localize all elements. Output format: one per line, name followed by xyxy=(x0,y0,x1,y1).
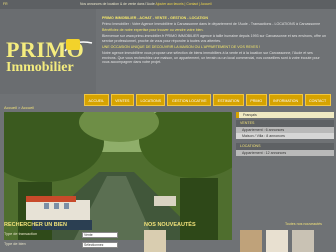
intro-paragraph-1: Primo Immobilier : Votre Agence Immobili… xyxy=(102,22,321,27)
logo-emblem-icon xyxy=(66,39,80,50)
intro-paragraph-3: Notre agence immobilière vous propose un… xyxy=(102,51,320,65)
intro-highlight-2: UNE OCCASION UNIQUE DE DECOUVRIR LA MAIS… xyxy=(102,44,261,49)
sidebar-heading-locations: LOCATIONS xyxy=(236,143,334,150)
breadcrumb: Accueil > Accueil xyxy=(4,105,34,110)
header-logo-area: PRIMO Immobilier xyxy=(0,9,96,94)
sidebar-item-maison-vente[interactable]: Maison / Villa : 8 annonces xyxy=(236,133,334,139)
bien-select[interactable]: Sélectionnez xyxy=(82,242,118,248)
canal-photo-image xyxy=(4,112,232,240)
news-thumb-1[interactable] xyxy=(144,230,166,252)
search-label-bien: Type de bien xyxy=(4,242,26,246)
search-row-bien: Type de bien Sélectionnez xyxy=(4,242,122,248)
nav-tab-information[interactable]: INFORMATION xyxy=(268,94,303,106)
intro-paragraph-2: Bienvenue sur www.primo-immobilier.fr PR… xyxy=(102,34,327,43)
nav-tab-contact[interactable]: CONTACT xyxy=(304,94,331,106)
search-label-transaction: Type de transaction xyxy=(4,232,38,236)
search-title: RECHERCHER UN BIEN xyxy=(4,222,67,228)
breadcrumb-home[interactable]: Accueil xyxy=(4,105,17,110)
nav-tab-primo[interactable]: PRIMO xyxy=(245,94,267,106)
news-title: NOS NOUVEAUTÉS xyxy=(144,222,196,228)
main-nav: ACCUEIL VENTES LOCATIONS GESTION LOCATIV… xyxy=(84,94,332,106)
intro-text: PRIMO IMMOBILIER - ACHAT - VENTE - GESTI… xyxy=(102,16,328,66)
intro-highlight-1: Bénéficiez de notre expertise pour trouv… xyxy=(102,28,204,33)
nav-tab-locations[interactable]: LOCATIONS xyxy=(135,94,166,106)
news-thumb-4[interactable] xyxy=(292,230,314,252)
top-bar-links[interactable]: Ajouter aux favoris | Contact | Accueil xyxy=(156,2,212,6)
nav-tab-ventes[interactable]: VENTES xyxy=(110,94,134,106)
search-row-transaction: Type de transaction Vente xyxy=(4,232,122,238)
logo-tagline: Immobilier xyxy=(6,60,74,75)
language-selector[interactable]: FR xyxy=(3,0,8,9)
news-more-link[interactable]: Toutes nos nouveautés xyxy=(285,222,322,226)
nav-tab-accueil[interactable]: ACCUEIL xyxy=(84,94,109,106)
sidebar-item-appartement-location[interactable]: Appartement : 12 annonces xyxy=(236,150,334,156)
breadcrumb-current: Accueil xyxy=(21,105,35,110)
language-box[interactable]: Français xyxy=(236,112,334,118)
top-bar-text: Nos annonces de location & de vente dans… xyxy=(80,2,155,6)
nav-tab-gestion[interactable]: GESTION LOCATIVE xyxy=(167,94,212,106)
transaction-select[interactable]: Vente xyxy=(82,232,118,238)
news-thumb-2[interactable] xyxy=(240,230,262,252)
intro-title: PRIMO IMMOBILIER - ACHAT - VENTE - GESTI… xyxy=(102,16,208,20)
news-thumb-3[interactable] xyxy=(266,230,288,252)
top-bar: FR Nos annonces de location & de vente d… xyxy=(0,0,336,9)
hero-photo xyxy=(4,112,232,240)
nav-tab-estimation[interactable]: ESTIMATION xyxy=(213,94,244,106)
sidebar-heading-ventes: VENTES xyxy=(236,120,334,127)
